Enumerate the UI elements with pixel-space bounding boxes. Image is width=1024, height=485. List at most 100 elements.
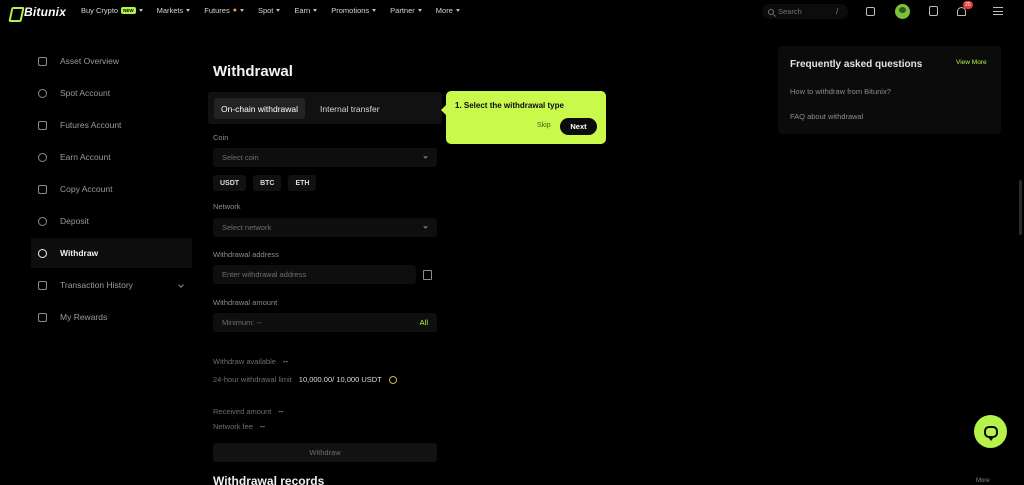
- search-box[interactable]: /: [762, 4, 848, 19]
- sidebar-item-earn-account[interactable]: Earn Account: [31, 142, 192, 172]
- records-more-link[interactable]: More: [976, 478, 990, 484]
- withdraw-available-row: Withdraw available --: [213, 357, 288, 366]
- quick-coin-chips: USDT BTC ETH: [213, 175, 317, 191]
- sidebar-item-my-rewards[interactable]: My Rewards: [31, 302, 192, 332]
- faq-view-more-link[interactable]: View More: [956, 59, 987, 66]
- nav-label: More: [435, 6, 453, 15]
- sidebar-item-copy-account[interactable]: Copy Account: [31, 174, 192, 204]
- caret-down-icon: [455, 9, 460, 12]
- nav-markets[interactable]: Markets: [157, 6, 191, 15]
- faq-panel: Frequently asked questions View More How…: [778, 46, 1001, 134]
- address-label: Withdrawal address: [213, 250, 279, 259]
- notification-count: 20: [963, 1, 973, 9]
- caret-down-icon: [186, 9, 191, 12]
- futures-icon: [38, 120, 47, 130]
- sidebar: Asset Overview Spot Account Futures Acco…: [31, 46, 192, 334]
- avatar[interactable]: [895, 4, 910, 19]
- earn-icon: [38, 152, 47, 162]
- logo-icon: [8, 6, 21, 19]
- chevron-down-icon: [423, 224, 428, 229]
- deposit-icon: [38, 216, 47, 226]
- nav-label: Partner: [390, 6, 415, 15]
- limit-label: 24-hour withdrawal limit: [213, 375, 292, 384]
- support-chat-button[interactable]: [974, 415, 1007, 448]
- faq-title: Frequently asked questions: [790, 59, 923, 70]
- nav-label: Earn: [294, 6, 311, 15]
- coin-select[interactable]: Select coin: [213, 148, 437, 167]
- chevron-down-icon: [178, 282, 184, 288]
- hamburger-menu-icon[interactable]: [993, 7, 1003, 15]
- sidebar-item-label: Asset Overview: [60, 56, 120, 66]
- sidebar-item-transaction-history[interactable]: Transaction History: [31, 270, 192, 300]
- sidebar-item-label: Spot Account: [60, 88, 111, 98]
- address-book-icon[interactable]: [423, 270, 432, 280]
- caret-down-icon: [138, 9, 143, 12]
- fire-icon: ●: [232, 7, 237, 14]
- nav-buy-crypto[interactable]: Buy Crypto NEW: [81, 6, 143, 15]
- chat-icon: [983, 425, 998, 441]
- nav-earn[interactable]: Earn: [294, 6, 318, 15]
- available-value: --: [282, 357, 288, 366]
- coin-label: Coin: [213, 133, 229, 142]
- withdraw-button[interactable]: Withdraw: [213, 443, 437, 462]
- nav-partner[interactable]: Partner: [390, 6, 422, 15]
- received-amount-row: Received amount --: [213, 407, 283, 416]
- nav-label: Markets: [156, 6, 184, 15]
- coin-chip-usdt[interactable]: USDT: [213, 175, 247, 191]
- coin-chip-eth[interactable]: ETH: [288, 175, 317, 191]
- nav-futures[interactable]: Futures ●: [204, 6, 244, 15]
- all-amount-button[interactable]: All: [420, 318, 428, 327]
- caret-down-icon: [417, 9, 422, 12]
- caret-down-icon: [313, 9, 318, 12]
- tab-internal-transfer[interactable]: Internal transfer: [313, 98, 387, 119]
- amount-label: Withdrawal amount: [213, 298, 278, 307]
- skip-button[interactable]: Skip: [537, 122, 551, 129]
- download-icon[interactable]: [929, 6, 938, 16]
- nav-more[interactable]: More: [436, 6, 460, 15]
- withdrawal-address-input[interactable]: Enter withdrawal address: [213, 265, 416, 284]
- fee-label: Network fee: [213, 422, 254, 431]
- bitunix-logo[interactable]: Bitunix: [8, 5, 66, 19]
- sidebar-item-withdraw[interactable]: Withdraw: [31, 238, 192, 268]
- sidebar-item-label: My Rewards: [60, 312, 108, 322]
- sidebar-item-futures-account[interactable]: Futures Account: [31, 110, 192, 140]
- sidebar-item-label: Earn Account: [60, 152, 111, 162]
- wallet-icon: [38, 56, 47, 66]
- history-icon: [38, 280, 47, 290]
- sidebar-item-asset-overview[interactable]: Asset Overview: [31, 46, 192, 76]
- page-scrollbar[interactable]: [1019, 180, 1022, 235]
- caret-down-icon: [239, 9, 244, 12]
- logo-text: Bitunix: [24, 5, 67, 19]
- top-nav: Bitunix Buy Crypto NEW Markets Futures ●…: [0, 0, 1024, 24]
- coin-chip-btc[interactable]: BTC: [253, 175, 282, 191]
- sidebar-item-deposit[interactable]: Deposit: [31, 206, 192, 236]
- limit-info-icon[interactable]: [388, 375, 397, 384]
- received-value: --: [278, 407, 284, 416]
- sidebar-item-label: Futures Account: [60, 120, 122, 130]
- fee-value: --: [260, 422, 266, 431]
- withdrawal-amount-input[interactable]: Minimum: -- All: [213, 313, 437, 332]
- faq-item[interactable]: FAQ about withdrawal: [790, 112, 863, 121]
- sidebar-item-spot-account[interactable]: Spot Account: [31, 78, 192, 108]
- search-input[interactable]: [778, 7, 832, 16]
- copy-account-icon: [38, 184, 47, 194]
- nav-spot[interactable]: Spot: [258, 6, 281, 15]
- withdrawal-type-tabs: On-chain withdrawal Internal transfer: [208, 92, 442, 124]
- nav-label: Promotions: [331, 6, 370, 15]
- withdraw-icon: [38, 248, 47, 258]
- rewards-icon: [38, 312, 47, 322]
- withdraw-limit-row: 24-hour withdrawal limit 10,000.00/ 10,0…: [213, 375, 397, 384]
- network-select[interactable]: Select network: [213, 218, 437, 237]
- address-placeholder: Enter withdrawal address: [222, 270, 307, 279]
- nav-label: Buy Crypto: [81, 6, 119, 15]
- tab-on-chain-withdrawal[interactable]: On-chain withdrawal: [214, 98, 306, 119]
- nav-promotions[interactable]: Promotions: [331, 6, 377, 15]
- copy-trading-icon[interactable]: [866, 7, 875, 16]
- faq-item[interactable]: How to withdraw from Bitunix?: [790, 87, 891, 96]
- next-button[interactable]: Next: [560, 118, 597, 135]
- main-menu: Buy Crypto NEW Markets Futures ● Spot Ea…: [81, 6, 460, 15]
- caret-down-icon: [276, 9, 281, 12]
- withdrawal-records-title: Withdrawal records: [213, 474, 325, 485]
- sidebar-item-label: Copy Account: [60, 184, 113, 194]
- onboarding-tooltip: 1. Select the withdrawal type Skip Next: [441, 91, 606, 144]
